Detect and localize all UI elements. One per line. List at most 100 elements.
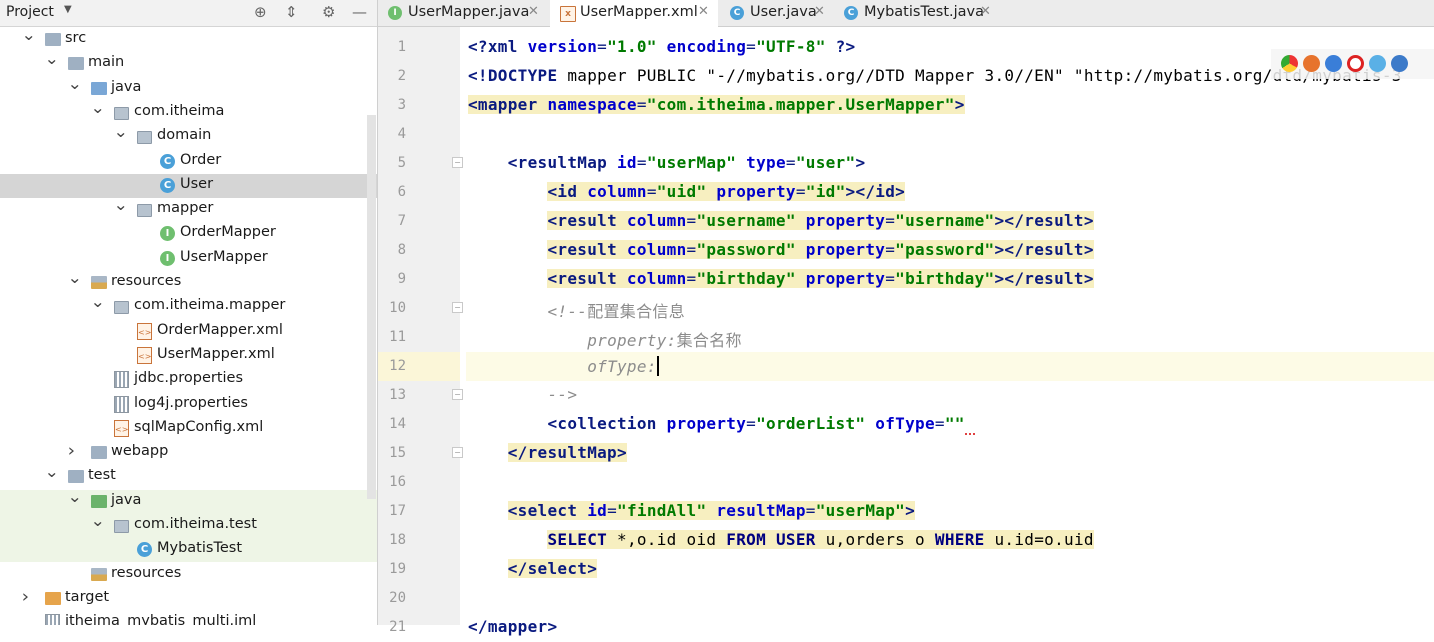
code-line[interactable]: 11 property:集合名称 bbox=[378, 323, 1434, 352]
package-icon bbox=[137, 204, 152, 218]
code-line[interactable]: 10 − <!--配置集合信息 bbox=[378, 294, 1434, 323]
code-text: --> bbox=[547, 385, 578, 404]
line-number: 13 bbox=[389, 387, 406, 403]
code-text: <id column="uid" property="id"></id> bbox=[547, 182, 906, 201]
tree-item-label: MybatisTest bbox=[157, 540, 243, 557]
close-icon[interactable]: ✕ bbox=[814, 4, 825, 19]
tab-user-java[interactable]: C User.java ✕ bbox=[720, 0, 832, 26]
chevron-down-icon[interactable]: ▼ bbox=[64, 4, 72, 15]
tree-item[interactable]: C Order bbox=[0, 150, 377, 174]
firefox-icon[interactable] bbox=[1303, 55, 1320, 72]
folder-icon bbox=[45, 591, 61, 605]
ie-icon[interactable] bbox=[1369, 55, 1386, 72]
hide-panel-icon[interactable]: — bbox=[352, 3, 367, 21]
close-icon[interactable]: ✕ bbox=[980, 4, 991, 19]
fold-marker-icon[interactable]: − bbox=[452, 389, 463, 400]
code-line[interactable]: 4 bbox=[378, 120, 1434, 149]
locate-target-icon[interactable]: ⊕ bbox=[254, 3, 267, 21]
code-line[interactable]: 7 <result column="username" property="us… bbox=[378, 207, 1434, 236]
tree-item[interactable]: I OrderMapper bbox=[0, 222, 377, 246]
tree-item[interactable]: <> UserMapper.xml bbox=[0, 344, 377, 368]
chevron-down-icon[interactable]: ⌄ bbox=[44, 49, 59, 68]
tree-item[interactable]: log4j.properties bbox=[0, 393, 377, 417]
safari-icon[interactable] bbox=[1325, 55, 1342, 72]
tree-item[interactable]: ⌄ resources bbox=[0, 268, 377, 295]
chevron-down-icon[interactable]: ⌄ bbox=[113, 122, 128, 141]
chevron-right-icon[interactable]: › bbox=[22, 587, 29, 607]
tab-mybatistest-java[interactable]: C MybatisTest.java ✕ bbox=[834, 0, 998, 26]
collapse-all-icon[interactable]: ⇕ bbox=[285, 3, 298, 21]
tab-usermapper-java[interactable]: I UserMapper.java ✕ bbox=[378, 0, 548, 26]
tree-item[interactable]: ⌄ java bbox=[0, 74, 377, 101]
tree-item[interactable]: ⌄ main bbox=[0, 49, 377, 76]
code-line[interactable]: 21 </mapper> bbox=[378, 613, 1434, 642]
folder-icon bbox=[68, 470, 84, 484]
code-text: <collection property="orderList" ofType=… bbox=[468, 414, 975, 435]
properties-file-icon bbox=[114, 395, 129, 413]
package-icon bbox=[114, 301, 129, 315]
interface-icon: I bbox=[160, 250, 175, 266]
chevron-right-icon[interactable]: › bbox=[68, 441, 75, 461]
chrome-icon[interactable] bbox=[1281, 55, 1298, 72]
tree-item[interactable]: ⌄ test bbox=[0, 462, 377, 489]
tree-item-label: sqlMapConfig.xml bbox=[134, 418, 264, 435]
fold-marker-icon[interactable]: − bbox=[452, 157, 463, 168]
project-view-selector[interactable]: Project bbox=[6, 4, 54, 20]
code-text: </resultMap> bbox=[507, 443, 627, 462]
opera-icon[interactable] bbox=[1347, 55, 1364, 72]
folder-icon bbox=[45, 33, 61, 46]
code-line[interactable]: 19 </select> bbox=[378, 555, 1434, 584]
code-line[interactable]: 9 <result column="birthday" property="bi… bbox=[378, 265, 1434, 294]
chevron-down-icon[interactable]: ⌄ bbox=[90, 98, 105, 117]
tree-item-label: jdbc.properties bbox=[134, 370, 244, 387]
tree-item[interactable]: I UserMapper bbox=[0, 247, 377, 271]
tab-usermapper-xml[interactable]: x UserMapper.xml ✕ bbox=[550, 0, 718, 28]
gear-icon[interactable]: ⚙ bbox=[322, 3, 335, 21]
code-editor[interactable]: 1 <?xml version="1.0" encoding="UTF-8" ?>… bbox=[378, 27, 1434, 636]
tree-item[interactable]: <> sqlMapConfig.xml bbox=[0, 417, 377, 441]
code-line[interactable]: 13 − --> bbox=[378, 381, 1434, 410]
code-line[interactable]: 18 SELECT *,o.id oid FROM USER u,orders … bbox=[378, 526, 1434, 555]
code-line[interactable]: 3 <mapper namespace="com.itheima.mapper.U… bbox=[378, 91, 1434, 120]
fold-marker-icon[interactable]: − bbox=[452, 302, 463, 313]
code-line[interactable]: 16 bbox=[378, 468, 1434, 497]
tree-item[interactable]: ⌄ mapper bbox=[0, 195, 377, 222]
tree-item[interactable]: C User bbox=[0, 173, 377, 198]
close-icon[interactable]: ✕ bbox=[698, 4, 709, 19]
line-number: 20 bbox=[389, 590, 406, 606]
line-number: 4 bbox=[397, 126, 406, 142]
tree-item[interactable]: ⌄ java bbox=[0, 487, 377, 514]
code-line[interactable]: 14 <collection property="orderList" ofTy… bbox=[378, 410, 1434, 439]
tree-item[interactable]: resources bbox=[0, 563, 377, 587]
code-line[interactable]: 5 − <resultMap id="userMap" type="user"> bbox=[378, 149, 1434, 178]
code-line[interactable]: 12 ofType: bbox=[378, 352, 1434, 381]
tree-item[interactable]: <> OrderMapper.xml bbox=[0, 320, 377, 344]
scrollbar[interactable] bbox=[367, 115, 376, 499]
code-line[interactable]: 20 bbox=[378, 584, 1434, 613]
fold-marker-icon[interactable]: − bbox=[452, 447, 463, 458]
tree-item[interactable]: ⌄ com.itheima bbox=[0, 98, 377, 125]
chevron-down-icon[interactable]: ⌄ bbox=[113, 195, 128, 214]
chevron-down-icon[interactable]: ⌄ bbox=[90, 511, 105, 530]
tree-item[interactable]: jdbc.properties bbox=[0, 368, 377, 392]
chevron-down-icon[interactable]: ⌄ bbox=[67, 268, 82, 287]
tree-item[interactable]: › target bbox=[0, 587, 377, 611]
tree-item[interactable]: ⌄ domain bbox=[0, 122, 377, 149]
chevron-down-icon[interactable]: ⌄ bbox=[21, 25, 36, 44]
tree-item[interactable]: ⌄ com.itheima.mapper bbox=[0, 292, 377, 319]
tree-item[interactable]: C MybatisTest bbox=[0, 538, 377, 563]
close-icon[interactable]: ✕ bbox=[528, 4, 539, 19]
edge-icon[interactable] bbox=[1391, 55, 1408, 72]
chevron-down-icon[interactable]: ⌄ bbox=[44, 462, 59, 481]
code-line[interactable]: 17 <select id="findAll" resultMap="userM… bbox=[378, 497, 1434, 526]
chevron-down-icon[interactable]: ⌄ bbox=[67, 74, 82, 93]
code-line[interactable]: 15 − </resultMap> bbox=[378, 439, 1434, 468]
tree-item[interactable]: itheima_mybatis_multi.iml bbox=[0, 611, 377, 625]
chevron-down-icon[interactable]: ⌄ bbox=[67, 487, 82, 506]
chevron-down-icon[interactable]: ⌄ bbox=[90, 292, 105, 311]
line-number: 6 bbox=[397, 184, 406, 200]
code-text: <?xml version="1.0" encoding="UTF-8" ?> bbox=[468, 37, 856, 56]
tree-item[interactable]: ⌄ com.itheima.test bbox=[0, 511, 377, 538]
code-line[interactable]: 8 <result column="password" property="pa… bbox=[378, 236, 1434, 265]
code-line[interactable]: 6 <id column="uid" property="id"></id> bbox=[378, 178, 1434, 207]
